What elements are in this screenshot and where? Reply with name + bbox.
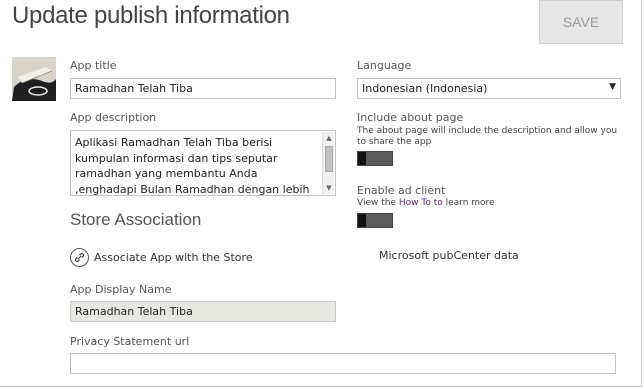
about-page-helper-text: The about page will include the descript… [357,126,618,147]
include-about-page-toggle[interactable] [357,151,393,166]
ad-client-helper-text: View the How To to learn more [357,198,495,209]
app-description-label: App description [70,111,157,124]
scroll-up-arrow-icon[interactable]: ▲ [323,132,335,144]
toggle-knob [358,214,366,227]
ad-client-helper-suffix: learn more [442,198,495,208]
chevron-down-icon: ▼ [609,82,616,92]
enable-ad-client-label: Enable ad client [357,184,446,197]
associate-app-link-label: Associate App with the Store [94,250,253,264]
privacy-statement-label: Privacy Statement url [70,335,190,348]
save-button[interactable]: SAVE [539,0,623,44]
toggle-knob [358,152,366,165]
language-label: Language [357,59,412,72]
language-select[interactable]: Indonesian (Indonesia) ▼ [357,78,621,99]
language-selected-value: Indonesian (Indonesia) [362,82,488,95]
description-scrollbar[interactable]: ▲ ▼ [322,132,334,194]
ad-client-helper-prefix: View the [357,198,399,208]
how-to-link[interactable]: How To to [399,198,443,208]
scroll-down-arrow-icon[interactable]: ▼ [323,182,335,194]
page-title: Update publish information [12,2,290,29]
pubcenter-data-label: Microsoft pubCenter data [379,249,519,262]
app-description-text: Aplikasi Ramadhan Telah Tiba berisi kump… [75,136,310,196]
link-icon [70,247,89,267]
enable-ad-client-toggle[interactable] [357,213,393,228]
app-description-textarea[interactable]: Aplikasi Ramadhan Telah Tiba berisi kump… [70,130,336,196]
app-thumbnail-image[interactable] [12,57,56,101]
app-display-name-field: Ramadhan Telah Tiba [70,301,336,322]
app-display-name-label: App Display Name [70,283,172,296]
include-about-page-label: Include about page [357,111,464,124]
app-title-input[interactable]: Ramadhan Telah Tiba [70,78,336,99]
app-title-label: App title [70,59,117,72]
scroll-thumb[interactable] [325,146,333,172]
privacy-statement-url-input[interactable] [70,353,616,374]
associate-app-link[interactable]: Associate App with the Store [70,247,253,267]
store-association-heading: Store Association [70,210,202,229]
